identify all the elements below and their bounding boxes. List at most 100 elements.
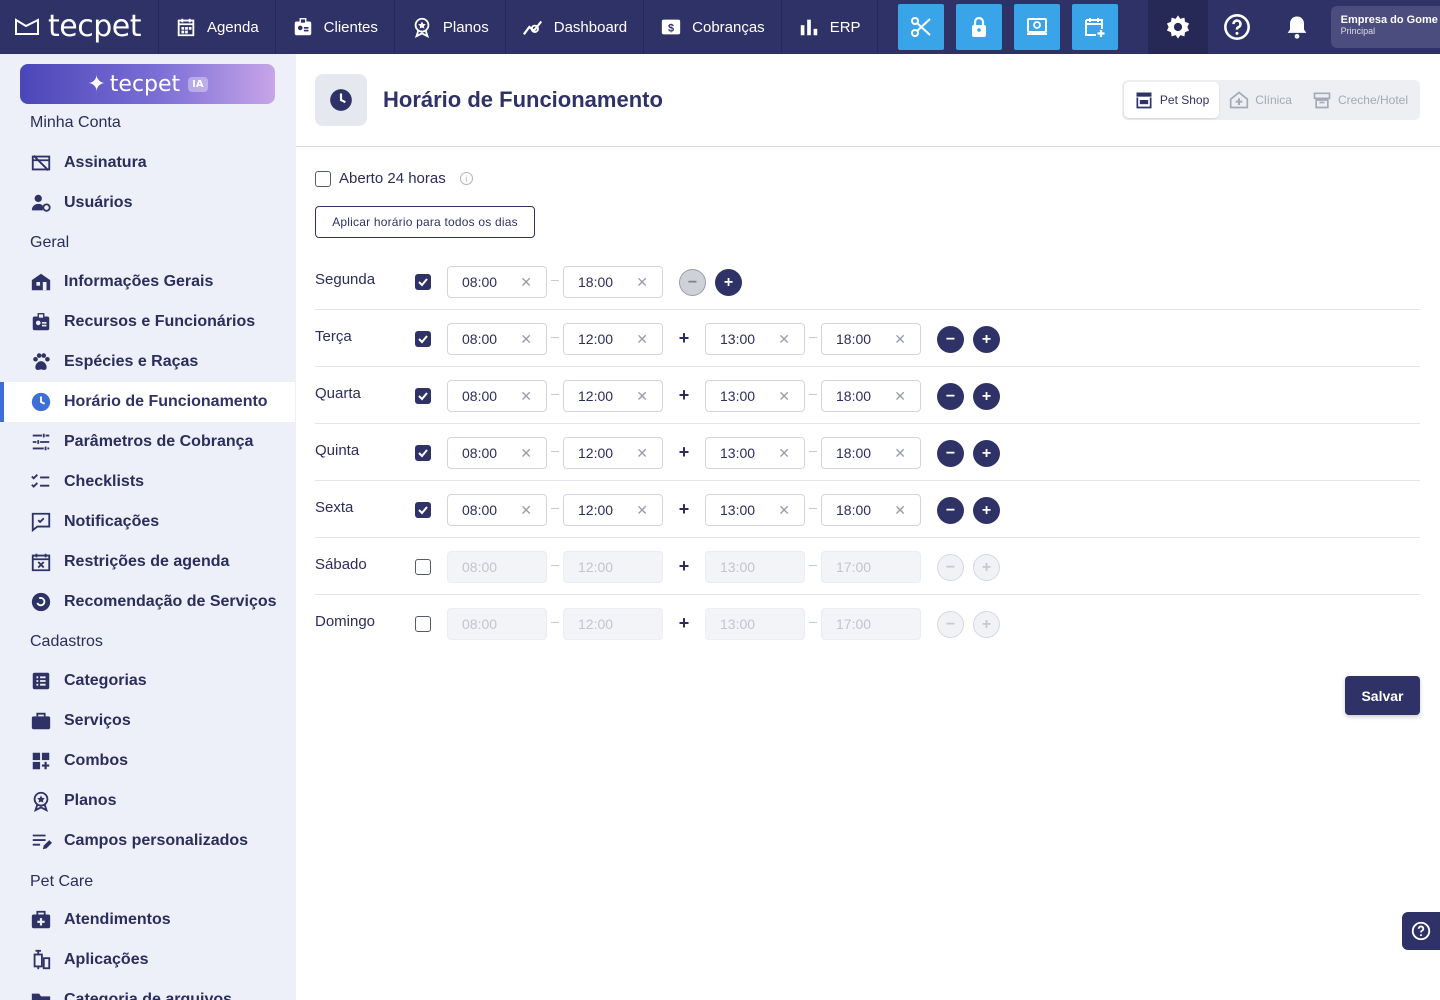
clear-icon[interactable]: ✕: [520, 445, 532, 462]
sidebar-item-recomendacao[interactable]: Recomendação de Serviços: [0, 582, 295, 622]
remove-period-button[interactable]: −: [937, 497, 964, 524]
day-enabled-checkbox[interactable]: [415, 616, 431, 632]
sidebar-item-horario[interactable]: Horário de Funcionamento: [0, 382, 295, 422]
period1-start-input[interactable]: 08:00 ✕: [447, 437, 547, 469]
sidebar-item-categoria-arquivos[interactable]: Categoria de arquivos: [0, 980, 295, 1000]
period1-start-input[interactable]: 08:00 ✕: [447, 266, 547, 298]
sidebar-item-aplicacoes[interactable]: Aplicações: [0, 940, 295, 980]
nav-dashboard[interactable]: Dashboard: [506, 0, 645, 54]
clear-icon[interactable]: ✕: [636, 331, 648, 348]
period1-end-input[interactable]: 12:00: [563, 551, 663, 583]
sidebar-item-servicos[interactable]: Serviços: [0, 701, 295, 741]
period2-start-input[interactable]: 13:00: [705, 551, 805, 583]
apply-all-days-button[interactable]: Aplicar horário para todos os dias: [315, 206, 535, 238]
period2-end-input[interactable]: 18:00 ✕: [821, 323, 921, 355]
nav-cobrancas[interactable]: $ Cobranças: [644, 0, 782, 54]
help-button[interactable]: [1208, 0, 1268, 54]
nav-erp[interactable]: ERP: [782, 0, 878, 54]
period2-start-input[interactable]: 13:00 ✕: [705, 437, 805, 469]
nav-agenda[interactable]: Agenda: [159, 0, 276, 54]
floating-help-button[interactable]: [1402, 912, 1440, 950]
clear-icon[interactable]: ✕: [520, 331, 532, 348]
clear-icon[interactable]: ✕: [894, 445, 906, 462]
period1-start-input[interactable]: 08:00 ✕: [447, 380, 547, 412]
period2-start-input[interactable]: 13:00: [705, 608, 805, 640]
period1-start-input[interactable]: 08:00: [447, 608, 547, 640]
sidebar-item-campos[interactable]: Campos personalizados: [0, 821, 295, 861]
tecpet-logo[interactable]: tecpet: [0, 0, 159, 54]
settings-button[interactable]: [1148, 0, 1208, 54]
period2-end-input[interactable]: 17:00: [821, 608, 921, 640]
sidebar-item-usuarios[interactable]: Usuários: [0, 183, 295, 223]
clear-icon[interactable]: ✕: [636, 388, 648, 405]
tab-clinica[interactable]: Clínica: [1219, 82, 1302, 118]
sidebar-item-combos[interactable]: Combos: [0, 741, 295, 781]
clear-icon[interactable]: ✕: [636, 274, 648, 291]
add-period-button[interactable]: +: [973, 440, 1000, 467]
nav-clientes[interactable]: Clientes: [276, 0, 395, 54]
add-period-button[interactable]: +: [973, 554, 1000, 581]
sidebar-item-informacoes-gerais[interactable]: Informações Gerais: [0, 262, 295, 302]
day-enabled-checkbox[interactable]: [415, 331, 431, 347]
period1-end-input[interactable]: 12:00 ✕: [563, 323, 663, 355]
clear-icon[interactable]: ✕: [520, 388, 532, 405]
remove-period-button[interactable]: −: [937, 326, 964, 353]
sidebar-item-parametros[interactable]: Parâmetros de Cobrança: [0, 422, 295, 462]
day-enabled-checkbox[interactable]: [415, 559, 431, 575]
period2-start-input[interactable]: 13:00 ✕: [705, 494, 805, 526]
clear-icon[interactable]: ✕: [636, 502, 648, 519]
period1-end-input[interactable]: 12:00: [563, 608, 663, 640]
tab-pet-shop[interactable]: Pet Shop: [1123, 82, 1220, 118]
period1-start-input[interactable]: 08:00: [447, 551, 547, 583]
tab-creche-hotel[interactable]: Creche/Hotel: [1302, 82, 1418, 118]
sidebar-item-atendimentos[interactable]: Atendimentos: [0, 900, 295, 940]
period2-end-input[interactable]: 18:00 ✕: [821, 437, 921, 469]
period2-end-input[interactable]: 18:00 ✕: [821, 380, 921, 412]
clear-icon[interactable]: ✕: [520, 502, 532, 519]
period1-end-input[interactable]: 12:00 ✕: [563, 380, 663, 412]
clear-icon[interactable]: ✕: [778, 388, 790, 405]
clear-icon[interactable]: ✕: [778, 445, 790, 462]
period1-start-input[interactable]: 08:00 ✕: [447, 494, 547, 526]
clear-icon[interactable]: ✕: [894, 502, 906, 519]
period2-end-input[interactable]: 17:00: [821, 551, 921, 583]
sidebar-item-restricoes[interactable]: Restrições de agenda: [0, 542, 295, 582]
remove-period-button[interactable]: −: [937, 554, 964, 581]
clear-icon[interactable]: ✕: [778, 502, 790, 519]
notifications-button[interactable]: [1267, 0, 1327, 54]
tecpet-ia-button[interactable]: ✦ tecpet IA: [20, 64, 275, 104]
period2-start-input[interactable]: 13:00 ✕: [705, 380, 805, 412]
day-enabled-checkbox[interactable]: [415, 445, 431, 461]
open-24h-option[interactable]: Aberto 24 horas i: [315, 170, 473, 187]
add-period-button[interactable]: +: [973, 611, 1000, 638]
sidebar-item-assinatura[interactable]: Assinatura: [0, 143, 295, 183]
sidebar-item-especies[interactable]: Espécies e Raças: [0, 342, 295, 382]
company-selector[interactable]: Empresa do Gome Principal: [1330, 6, 1440, 48]
schedule-add-button[interactable]: [1071, 4, 1118, 50]
clear-icon[interactable]: ✕: [636, 445, 648, 462]
period2-start-input[interactable]: 13:00 ✕: [705, 323, 805, 355]
day-enabled-checkbox[interactable]: [415, 388, 431, 404]
period1-end-input[interactable]: 18:00 ✕: [563, 266, 663, 298]
lock-button[interactable]: [955, 4, 1002, 50]
clear-icon[interactable]: ✕: [894, 388, 906, 405]
clear-icon[interactable]: ✕: [894, 331, 906, 348]
open-24h-checkbox[interactable]: [315, 170, 331, 187]
sidebar-item-checklists[interactable]: Checklists: [0, 462, 295, 502]
remove-period-button[interactable]: −: [937, 383, 964, 410]
period1-end-input[interactable]: 12:00 ✕: [563, 437, 663, 469]
add-period-button[interactable]: +: [715, 269, 742, 296]
clear-icon[interactable]: ✕: [778, 331, 790, 348]
period1-start-input[interactable]: 08:00 ✕: [447, 323, 547, 355]
sidebar-item-categorias[interactable]: Categorias: [0, 661, 295, 701]
remove-period-button[interactable]: −: [937, 440, 964, 467]
day-enabled-checkbox[interactable]: [415, 502, 431, 518]
sidebar-item-notificacoes[interactable]: Notificações: [0, 502, 295, 542]
info-icon[interactable]: i: [459, 172, 473, 185]
remove-period-button[interactable]: −: [679, 269, 706, 296]
add-period-button[interactable]: +: [973, 497, 1000, 524]
remove-period-button[interactable]: −: [937, 611, 964, 638]
period1-end-input[interactable]: 12:00 ✕: [563, 494, 663, 526]
save-button[interactable]: Salvar: [1345, 676, 1420, 715]
period2-end-input[interactable]: 18:00 ✕: [821, 494, 921, 526]
